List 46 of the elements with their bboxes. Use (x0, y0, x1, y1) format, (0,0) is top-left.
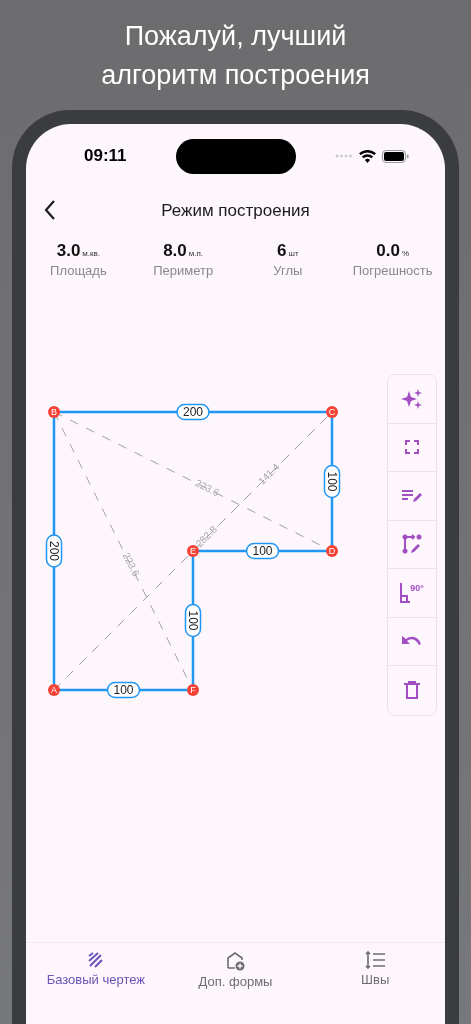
stat-unit: % (401, 248, 409, 258)
wifi-icon (359, 149, 376, 163)
dimension-label[interactable]: 100 (245, 542, 280, 560)
vertex-marker[interactable]: F (187, 684, 199, 696)
draw-icon (86, 951, 105, 969)
dimension-label[interactable]: 200 (176, 403, 210, 421)
back-icon[interactable] (44, 200, 56, 220)
dimension-label[interactable]: 100 (106, 681, 141, 699)
house-add-icon (225, 951, 246, 971)
stat-label: Периметр (153, 262, 214, 278)
tool-button[interactable]: 90° (388, 569, 436, 618)
headline: Пожалуй, лучший (124, 20, 347, 53)
battery-icon (382, 149, 409, 163)
stat-label: Погрешность (352, 262, 433, 278)
trash-icon (404, 681, 420, 700)
vertex-marker[interactable]: B (48, 406, 60, 418)
vertex-marker[interactable]: C (326, 406, 338, 418)
diagonal-label: 223.6 (193, 477, 221, 499)
dimension-label[interactable]: 100 (323, 464, 341, 499)
diagonal-label: 223.6 (120, 550, 142, 579)
fullscreen-icon (405, 440, 419, 455)
status-time: 09:11 (84, 146, 128, 166)
nav-tab[interactable]: Швы (305, 951, 445, 1012)
stat-value: 6 (277, 240, 287, 261)
stat-value: 0.0 (376, 240, 400, 261)
nav-tab[interactable]: Базовый чертеж (26, 951, 166, 1012)
stat-value: 8.0 (163, 240, 187, 261)
stat-unit: м.п. (188, 248, 204, 258)
screen-title: Режим построения (161, 201, 310, 221)
dimension-label[interactable]: 100 (184, 603, 202, 638)
edit-notes-icon (402, 488, 422, 503)
line-spacing-icon (365, 951, 386, 969)
signal-icon (335, 154, 353, 158)
stat-label: Площадь (50, 262, 107, 278)
vertex-marker[interactable]: A (48, 684, 60, 696)
vertex-marker[interactable]: D (326, 545, 338, 557)
stat-label: Углы (273, 262, 303, 278)
stat-value: 3.0 (56, 240, 81, 261)
stat-unit: шт (288, 248, 299, 258)
vertex-marker[interactable]: E (187, 545, 199, 557)
stat-unit: м.кв. (82, 248, 101, 258)
nav-tab[interactable]: Доп. формы (165, 951, 306, 1012)
path-edit-icon (402, 534, 422, 555)
headline: алгоритм построения (101, 59, 370, 92)
sparkle-icon (401, 387, 423, 410)
dimension-label[interactable]: 200 (45, 534, 63, 568)
